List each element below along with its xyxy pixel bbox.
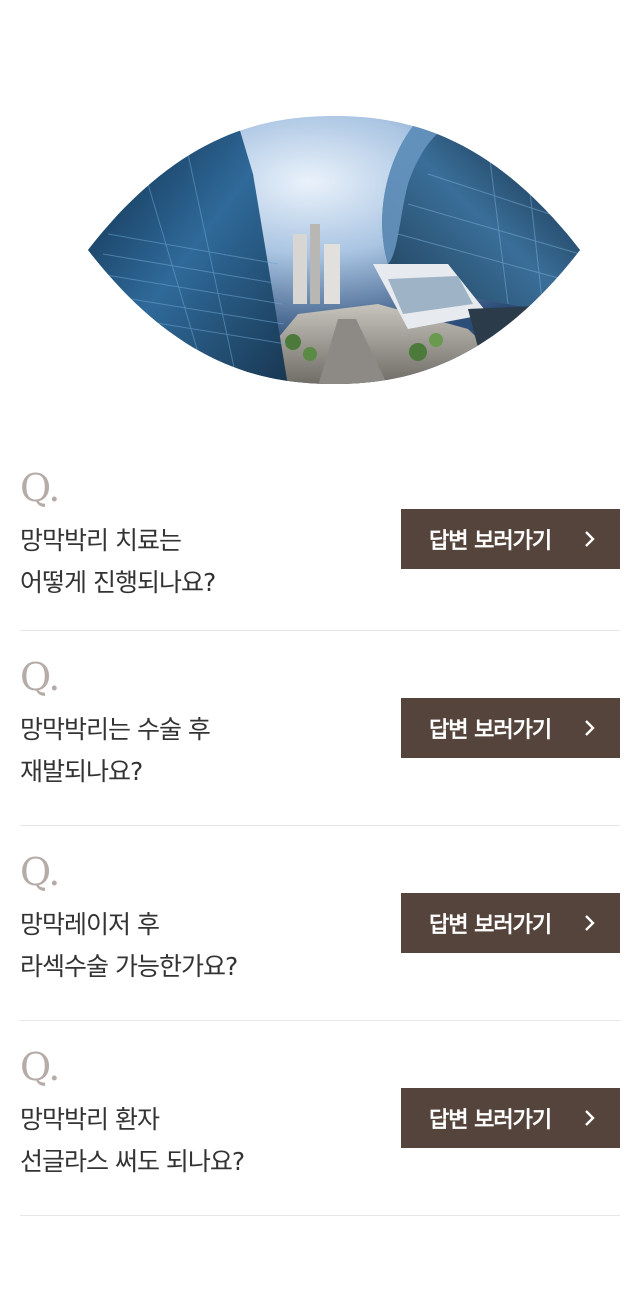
faq-question-line: 망막박리 치료는 <box>20 526 182 555</box>
faq-item: Q. 망막박리는 수술 후 재발되나요? 답변 보러가기 <box>20 631 620 826</box>
chevron-right-icon <box>585 1110 595 1126</box>
faq-question: 망막레이저 후 라섹수술 가능한가요? <box>20 904 360 988</box>
view-answer-button[interactable]: 답변 보러가기 <box>401 893 620 953</box>
faq-question: 망막박리 치료는 어떻게 진행되나요? <box>20 520 360 604</box>
chevron-right-icon <box>585 531 595 547</box>
chevron-right-icon <box>585 915 595 931</box>
view-answer-button[interactable]: 답변 보러가기 <box>401 509 620 569</box>
city-fisheye-photo <box>88 116 580 384</box>
view-answer-label: 답변 보러가기 <box>429 1108 552 1133</box>
faq-question-line: 어떻게 진행되나요? <box>20 568 216 597</box>
faq-question-line: 망막박리 환자 <box>20 1105 160 1134</box>
faq-question-line: 라섹수술 가능한가요? <box>20 952 238 981</box>
view-answer-label: 답변 보러가기 <box>429 913 552 938</box>
faq-question: 망막박리는 수술 후 재발되나요? <box>20 709 360 793</box>
view-answer-button[interactable]: 답변 보러가기 <box>401 698 620 758</box>
hero-eye-image <box>88 114 580 386</box>
view-answer-label: 답변 보러가기 <box>429 529 552 554</box>
view-answer-button[interactable]: 답변 보러가기 <box>401 1088 620 1148</box>
faq-list: Q. 망막박리 치료는 어떻게 진행되나요? 답변 보러가기 Q. 망막박리는 … <box>20 442 620 1216</box>
view-answer-label: 답변 보러가기 <box>429 718 552 743</box>
faq-question-line: 선글라스 써도 되나요? <box>20 1147 245 1176</box>
faq-item: Q. 망막박리 치료는 어떻게 진행되나요? 답변 보러가기 <box>20 442 620 631</box>
q-mark: Q. <box>20 1045 60 1089</box>
q-mark: Q. <box>20 850 60 894</box>
faq-item: Q. 망막박리 환자 선글라스 써도 되나요? 답변 보러가기 <box>20 1021 620 1216</box>
q-mark: Q. <box>20 655 60 699</box>
faq-question-line: 망막레이저 후 <box>20 910 160 939</box>
faq-question-line: 망막박리는 수술 후 <box>20 715 211 744</box>
faq-question-line: 재발되나요? <box>20 757 143 786</box>
q-mark: Q. <box>20 466 60 510</box>
faq-question: 망막박리 환자 선글라스 써도 되나요? <box>20 1099 360 1183</box>
chevron-right-icon <box>585 720 595 736</box>
faq-item: Q. 망막레이저 후 라섹수술 가능한가요? 답변 보러가기 <box>20 826 620 1021</box>
